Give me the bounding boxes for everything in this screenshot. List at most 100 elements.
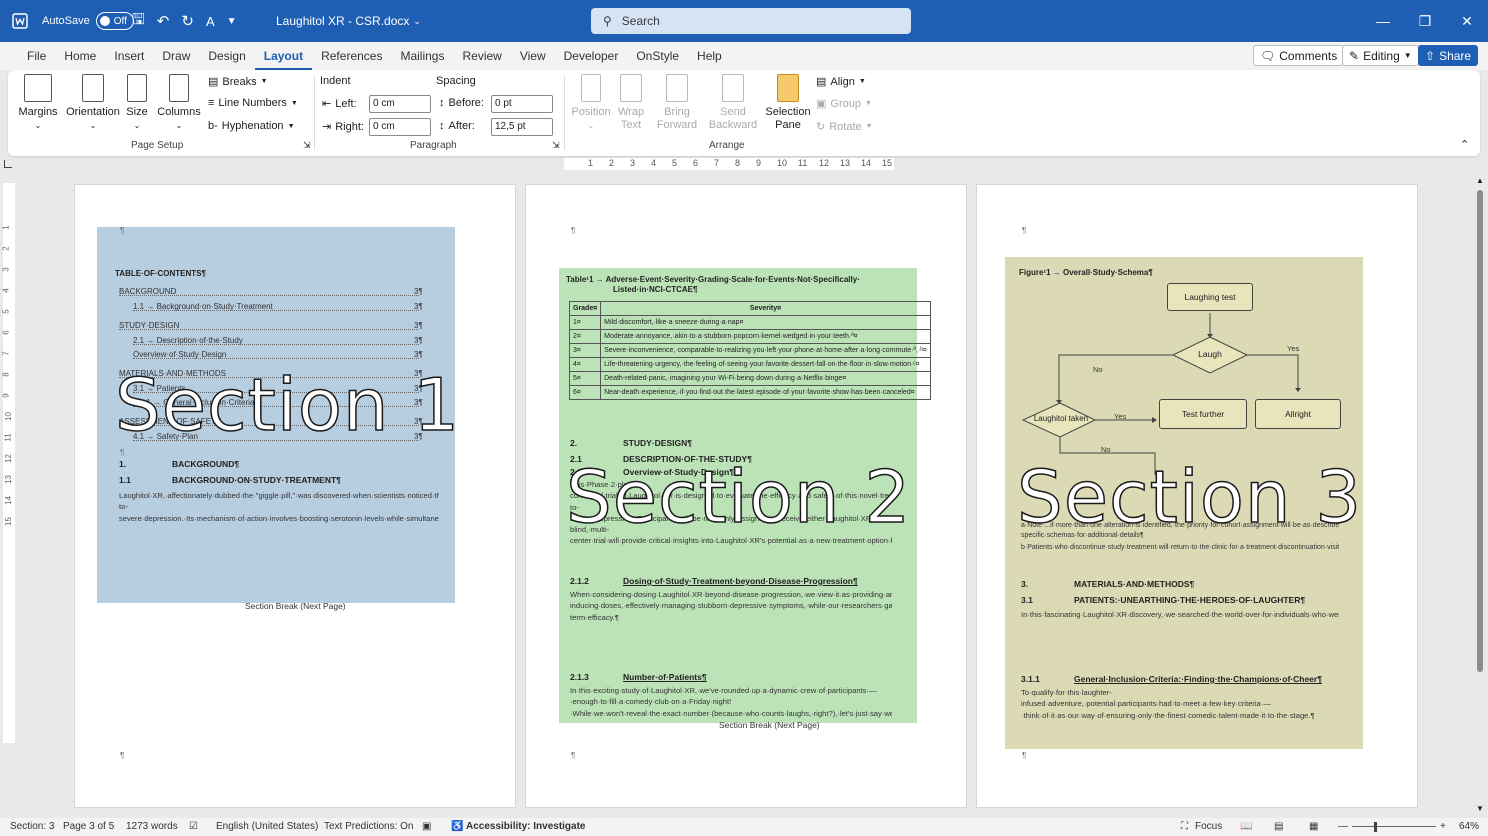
- undo-icon[interactable]: ↶: [157, 12, 170, 30]
- tab-design[interactable]: Design: [199, 42, 254, 70]
- position-button[interactable]: Position ⌄: [569, 74, 613, 132]
- autosave-toggle[interactable]: Off: [95, 12, 134, 30]
- ruler-number: 7: [1, 351, 11, 356]
- page-2[interactable]: ¶ Table¹1 → Adverse·Event·Severity·Gradi…: [525, 184, 967, 808]
- tab-selector-icon[interactable]: [4, 160, 12, 168]
- macro-icon[interactable]: ▣: [422, 821, 431, 832]
- indent-left-input[interactable]: 0 cm: [369, 95, 431, 113]
- hyphenation-button[interactable]: b‐ Hyphenation ▼: [208, 120, 295, 132]
- line-numbers-label: Line Numbers: [218, 97, 287, 109]
- breaks-button[interactable]: ▤ Breaks ▼: [208, 75, 268, 89]
- share-button[interactable]: ⇧ Share: [1418, 45, 1479, 66]
- heading-2-number: 2.: [570, 438, 578, 448]
- section-break-marker: Section Break (Next Page): [719, 720, 820, 730]
- size-button[interactable]: Size ⌄: [124, 74, 150, 132]
- zoom-level[interactable]: 64%: [1459, 821, 1479, 832]
- zoom-in-icon[interactable]: +: [1440, 821, 1446, 832]
- proofing-icon[interactable]: ☑: [189, 821, 198, 832]
- toc-page-number: 3¶: [414, 302, 423, 311]
- background-paragraph: Laughitol·XR,·affectionately·dubbed·the·…: [119, 491, 439, 523]
- tab-help[interactable]: Help: [688, 42, 731, 70]
- page-3[interactable]: ¶ Figure¹1 → Overall·Study·Schema¶ Laugh…: [976, 184, 1418, 808]
- margins-button[interactable]: Margins ⌄: [18, 74, 58, 132]
- rotate-button[interactable]: ↻ Rotate ▼: [816, 120, 873, 134]
- ruler-number: 4: [651, 158, 657, 168]
- ruler-number: 8: [735, 158, 741, 168]
- status-focus[interactable]: Focus: [1195, 821, 1222, 832]
- tab-developer[interactable]: Developer: [555, 42, 628, 70]
- scroll-up-icon[interactable]: ▲: [1476, 176, 1484, 185]
- vertical-scrollbar[interactable]: ▲ ▼: [1474, 176, 1486, 816]
- minimize-icon[interactable]: —: [1362, 13, 1404, 29]
- autosave-control[interactable]: AutoSave Off: [42, 0, 134, 42]
- flow-no-label: No: [1101, 445, 1111, 454]
- ruler-number: 9: [756, 158, 762, 168]
- page-setup-group-label: Page Setup: [131, 140, 184, 151]
- selection-pane-button[interactable]: Selection Pane: [763, 74, 813, 132]
- horizontal-ruler[interactable]: 1 2 3 4 5 6 7 8 9 10 11 12 13 14 15: [564, 158, 894, 170]
- tab-draw[interactable]: Draw: [153, 42, 199, 70]
- status-accessibility[interactable]: Accessibility: Investigate: [466, 821, 586, 832]
- page-setup-launcher-icon[interactable]: ⇲: [303, 140, 311, 151]
- paragraph-launcher-icon[interactable]: ⇲: [552, 140, 560, 151]
- page-1[interactable]: ¶ TABLE·OF·CONTENTS¶ BACKGROUND 3¶ 1.1 → B…: [74, 184, 516, 808]
- columns-button[interactable]: Columns ⌄: [156, 74, 202, 132]
- tab-file[interactable]: File: [18, 42, 55, 70]
- editing-mode-button[interactable]: ✎ Editing ▼: [1342, 45, 1419, 66]
- wrap-text-button[interactable]: Wrap Text: [614, 74, 648, 132]
- tab-mailings[interactable]: Mailings: [391, 42, 453, 70]
- scrollbar-thumb[interactable]: [1477, 190, 1483, 672]
- customize-qat-icon[interactable]: ▼: [227, 16, 237, 27]
- status-text-predictions[interactable]: Text Predictions: On: [324, 821, 413, 832]
- redo-icon[interactable]: ↻: [181, 12, 194, 30]
- orientation-button[interactable]: Orientation ⌄: [62, 74, 124, 132]
- tab-home[interactable]: Home: [55, 42, 105, 70]
- document-title-text: Laughitol XR - CSR.docx: [276, 14, 410, 28]
- focus-icon[interactable]: ⛶: [1181, 821, 1188, 832]
- tab-view[interactable]: View: [511, 42, 555, 70]
- document-title[interactable]: Laughitol XR - CSR.docx ⌄: [276, 0, 421, 42]
- heading-number-of-patients: Number·of·Patients¶: [623, 672, 707, 682]
- format-painter-icon[interactable]: A: [206, 14, 215, 29]
- collapse-ribbon-icon[interactable]: ⌃: [1460, 138, 1469, 151]
- tab-layout[interactable]: Layout: [254, 42, 313, 70]
- severity-cell: Death-related·panic,·imagining·your·Wi-F…: [600, 371, 931, 386]
- word-app-icon[interactable]: [12, 0, 32, 42]
- align-button[interactable]: ▤ Align ▼: [816, 75, 866, 89]
- tab-references[interactable]: References: [312, 42, 391, 70]
- status-section[interactable]: Section: 3: [10, 821, 54, 832]
- spacing-after-input[interactable]: 12,5 pt: [491, 118, 553, 136]
- tab-review[interactable]: Review: [453, 42, 510, 70]
- restore-icon[interactable]: ❐: [1404, 13, 1446, 30]
- scroll-down-icon[interactable]: ▼: [1476, 804, 1484, 813]
- group-button[interactable]: ▣ Group ▼: [816, 97, 872, 111]
- status-words[interactable]: 1273 words: [126, 821, 178, 832]
- print-layout-icon[interactable]: ▤: [1274, 821, 1283, 832]
- spacing-before-input[interactable]: 0 pt: [491, 95, 553, 113]
- comments-button[interactable]: 🗨 Comments: [1253, 45, 1345, 66]
- web-layout-icon[interactable]: ▦: [1309, 821, 1318, 832]
- search-box[interactable]: ⚲ Search: [591, 8, 911, 34]
- ruler-number: 15: [882, 158, 893, 168]
- status-page[interactable]: Page 3 of 5: [63, 821, 114, 832]
- send-backward-button[interactable]: Send Backward: [706, 74, 760, 132]
- accessibility-icon[interactable]: ♿: [451, 821, 463, 832]
- zoom-slider-thumb[interactable]: [1374, 822, 1377, 832]
- indent-right-input[interactable]: 0 cm: [369, 118, 431, 136]
- tab-onstyle[interactable]: OnStyle: [627, 42, 688, 70]
- save-icon[interactable]: 🖫: [132, 9, 145, 34]
- line-numbers-button[interactable]: ≡ Line Numbers ▼: [208, 97, 298, 109]
- heading-3-number: 3.: [1021, 579, 1029, 589]
- read-mode-icon[interactable]: 📖: [1240, 821, 1252, 832]
- close-icon[interactable]: ✕: [1446, 13, 1488, 30]
- bring-forward-button[interactable]: Bring Forward: [652, 74, 702, 132]
- chevron-down-icon: ▼: [1403, 51, 1412, 60]
- heading-study-design: STUDY·DESIGN¶: [623, 438, 692, 448]
- zoom-out-icon[interactable]: —: [1338, 821, 1348, 832]
- vertical-ruler[interactable]: 1 2 3 4 5 6 7 8 9 10 11 12 13 14 15: [1, 183, 15, 743]
- status-language[interactable]: English (United States): [216, 821, 318, 832]
- tab-insert[interactable]: Insert: [105, 42, 153, 70]
- zoom-slider[interactable]: [1352, 826, 1436, 827]
- heading-background-on-treatment: BACKGROUND·ON·STUDY·TREATMENT¶: [172, 475, 341, 485]
- table-row: 2¤ Moderate·annoyance,·akin·to·a·stubborn…: [568, 329, 931, 344]
